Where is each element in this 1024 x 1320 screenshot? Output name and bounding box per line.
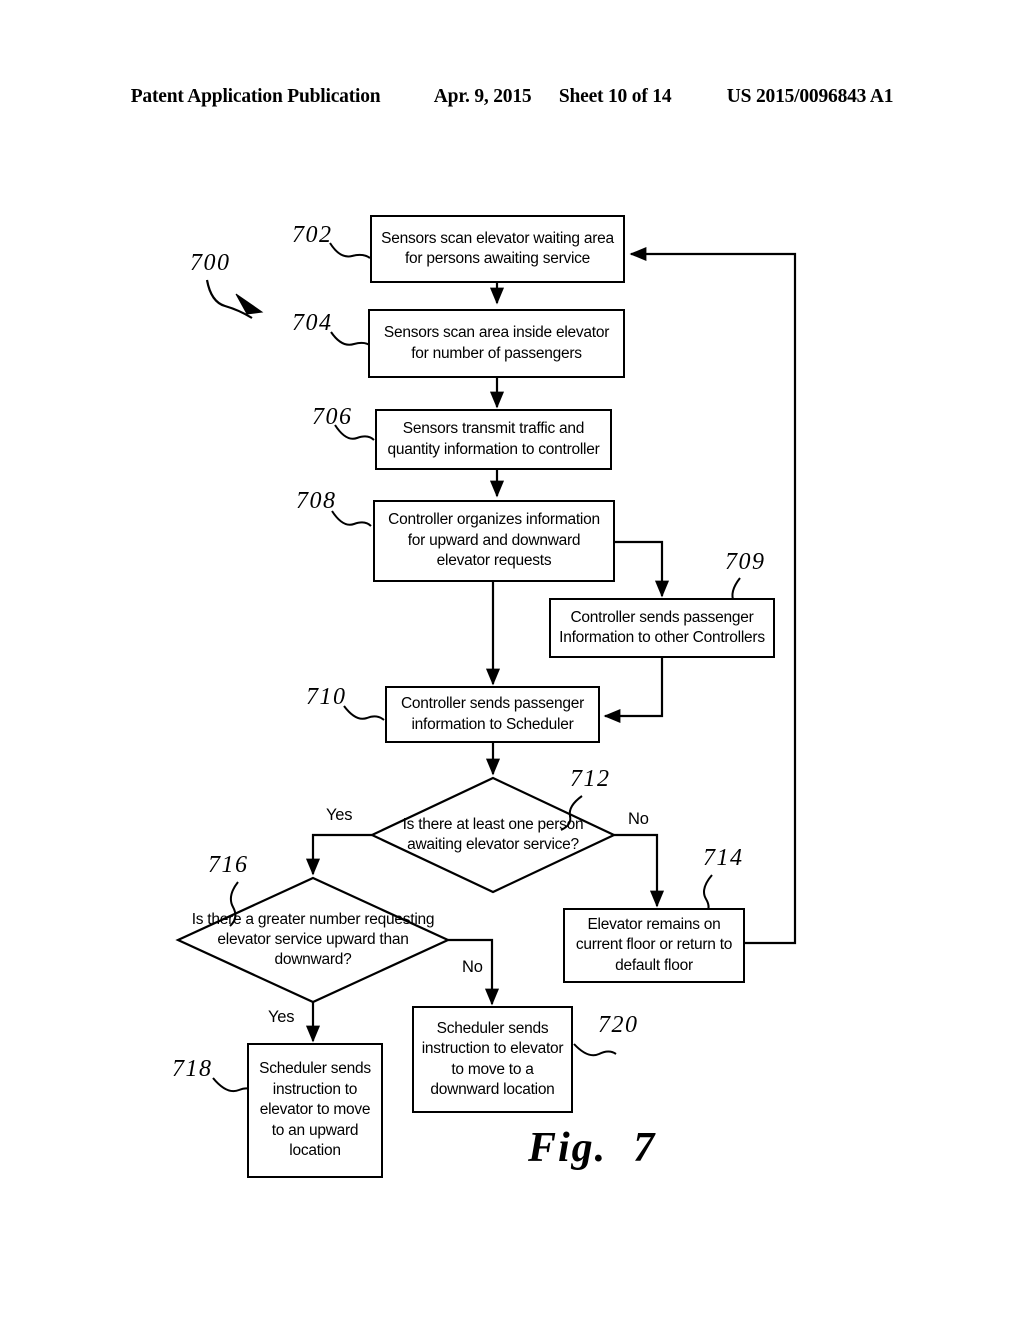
ref-numeral-708: 708 [296, 488, 337, 514]
connector-709-710 [603, 658, 664, 724]
leader-702 [329, 242, 371, 259]
ref-numeral-716: 716 [208, 852, 249, 878]
node-708-text: Controller organizes information for upw… [388, 511, 600, 570]
ref-numeral-706: 706 [312, 404, 353, 430]
node-716-decision-upward-vs-downward[interactable]: Is there a greater number requesting ele… [178, 878, 448, 1002]
node-712-text: Is there at least one person awaiting el… [402, 815, 584, 853]
node-702-sensors-scan-waiting-area[interactable]: Sensors scan elevator waiting area for p… [370, 215, 625, 283]
node-720-text: Scheduler sends instruction to elevator … [421, 1019, 564, 1098]
leader-708 [331, 510, 372, 527]
figure-caption-number: 7 [633, 1125, 657, 1171]
ref-numeral-710: 710 [306, 684, 347, 710]
node-720-scheduler-downward-instruction[interactable]: Scheduler sends instruction to elevator … [412, 1006, 573, 1113]
flowchart-connectors-layer [175, 242, 797, 1093]
node-710-text: Controller sends passenger information t… [400, 695, 585, 733]
branch-label-716-no: No [462, 958, 483, 976]
leader-704 [330, 331, 372, 347]
node-709-controller-sends-to-other-controllers[interactable]: Controller sends passenger Information t… [549, 598, 775, 658]
ref-numeral-720: 720 [598, 1012, 639, 1038]
node-718-text: Scheduler sends instruction to elevator … [259, 1060, 371, 1160]
leader-700 [205, 279, 253, 319]
figure-7-flowchart: Sensors scan elevator waiting area for p… [0, 0, 1024, 1320]
connector-712-yes-716 [305, 833, 372, 876]
node-710-controller-sends-to-scheduler[interactable]: Controller sends passenger information t… [385, 686, 600, 743]
ref-numeral-704: 704 [292, 310, 333, 336]
node-704-sensors-scan-inside-elevator[interactable]: Sensors scan area inside elevator for nu… [368, 309, 625, 378]
node-709-text: Controller sends passenger Information t… [559, 608, 765, 646]
branch-label-712-no: No [628, 810, 649, 828]
node-704-text: Sensors scan area inside elevator for nu… [383, 324, 610, 362]
connector-708-709 [615, 540, 670, 598]
ref-numeral-700: 700 [190, 250, 231, 276]
ref-numeral-718: 718 [172, 1056, 213, 1082]
ref-numeral-714: 714 [703, 845, 744, 871]
leader-710 [343, 705, 385, 721]
node-708-controller-organizes-info[interactable]: Controller organizes information for upw… [373, 500, 615, 582]
node-714-text: Elevator remains on current floor or ret… [575, 915, 733, 974]
figure-caption-prefix: Fig. [528, 1125, 608, 1171]
node-702-text: Sensors scan elevator waiting area for p… [381, 229, 614, 267]
connector-712-no-714 [614, 833, 665, 908]
leader-720 [573, 1043, 617, 1057]
branch-label-716-yes: Yes [268, 1008, 295, 1026]
node-714-elevator-remains-on-floor[interactable]: Elevator remains on current floor or ret… [563, 908, 745, 983]
figure-caption: Fig. 7 [528, 1124, 656, 1172]
node-718-scheduler-upward-instruction[interactable]: Scheduler sends instruction to elevator … [247, 1043, 383, 1178]
ref-numeral-709: 709 [725, 549, 766, 575]
node-712-decision-person-awaiting[interactable]: Is there at least one person awaiting el… [372, 778, 614, 892]
node-706-text: Sensors transmit traffic and quantity in… [387, 420, 600, 458]
node-706-sensors-transmit-info[interactable]: Sensors transmit traffic and quantity in… [375, 409, 612, 470]
ref-numeral-702: 702 [292, 222, 333, 248]
branch-label-712-yes: Yes [326, 806, 353, 824]
node-716-text: Is there a greater number requesting ele… [191, 910, 435, 969]
